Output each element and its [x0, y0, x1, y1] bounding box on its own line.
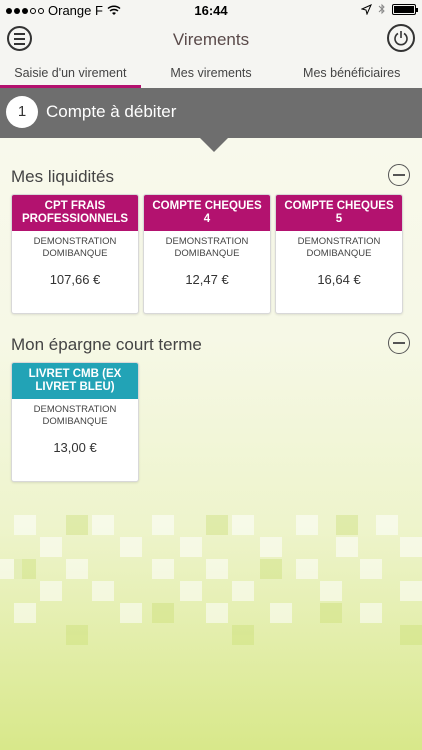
- step-label: Compte à débiter: [46, 102, 177, 121]
- page-title: Virements: [172, 30, 250, 49]
- tab-bar: Saisie d'un virement Mes virements Mes b…: [0, 62, 422, 88]
- account-card[interactable]: LIVRET CMB (EX LIVRET BLEU) DEMONSTRATIO…: [11, 362, 139, 482]
- status-time: 16:44: [194, 3, 228, 18]
- logout-button[interactable]: [387, 24, 415, 52]
- section-title-liquidites: Mes liquidités: [11, 167, 114, 186]
- account-card[interactable]: COMPTE CHEQUES 4 DEMONSTRATION DOMIBANQU…: [143, 194, 271, 314]
- battery-icon: [392, 3, 418, 15]
- account-name: COMPTE CHEQUES 4: [144, 195, 270, 231]
- header: Virements: [0, 22, 422, 62]
- account-balance: 107,66 €: [49, 272, 101, 287]
- account-owner: DEMONSTRATION DOMIBANQUE: [33, 236, 117, 259]
- step-arrow: [200, 138, 228, 152]
- background-pattern: [0, 515, 422, 645]
- collapse-epargne-button[interactable]: [388, 332, 410, 354]
- account-name: CPT FRAIS PROFESSIONNELS: [12, 195, 138, 231]
- account-owner: DEMONSTRATION DOMIBANQUE: [297, 236, 381, 259]
- status-bar: Orange F 16:44: [0, 0, 422, 22]
- section-title-epargne: Mon épargne court terme: [11, 335, 202, 354]
- power-icon: [394, 31, 408, 46]
- account-card[interactable]: COMPTE CHEQUES 5 DEMONSTRATION DOMIBANQU…: [275, 194, 403, 314]
- account-card[interactable]: CPT FRAIS PROFESSIONNELS DEMONSTRATION D…: [11, 194, 139, 314]
- step-number: 1: [6, 96, 38, 128]
- location-icon: [361, 3, 372, 15]
- tab-saisie-virement[interactable]: Saisie d'un virement: [0, 62, 141, 88]
- bluetooth-icon: [378, 3, 385, 15]
- step-header: 1 Compte à débiter: [0, 88, 422, 138]
- account-name: LIVRET CMB (EX LIVRET BLEU): [12, 363, 138, 399]
- account-balance: 13,00 €: [53, 440, 97, 455]
- status-right: [361, 3, 418, 15]
- account-name: COMPTE CHEQUES 5: [276, 195, 402, 231]
- account-owner: DEMONSTRATION DOMIBANQUE: [33, 404, 117, 427]
- account-balance: 16,64 €: [317, 272, 361, 287]
- account-owner: DEMONSTRATION DOMIBANQUE: [165, 236, 249, 259]
- collapse-liquidites-button[interactable]: [388, 164, 410, 186]
- tab-mes-beneficiaires[interactable]: Mes bénéficiaires: [281, 62, 422, 88]
- account-balance: 12,47 €: [185, 272, 229, 287]
- tab-mes-virements[interactable]: Mes virements: [141, 62, 282, 88]
